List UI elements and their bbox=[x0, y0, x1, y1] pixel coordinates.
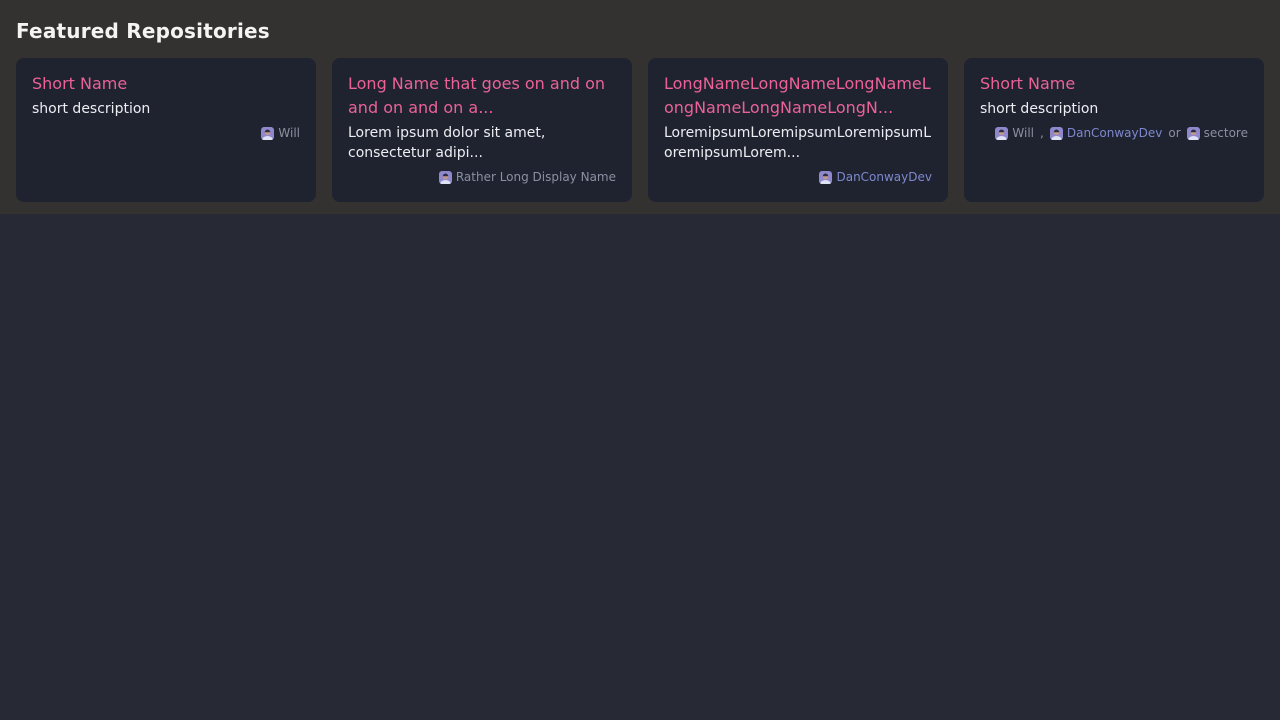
user-avatar-icon bbox=[261, 127, 274, 140]
repo-card[interactable]: Short Name short description Will , bbox=[964, 58, 1264, 202]
author-link[interactable]: sectore bbox=[1187, 126, 1248, 141]
repo-cards-row: Short Name short description Will Long N… bbox=[16, 58, 1264, 202]
user-avatar-icon bbox=[1187, 127, 1200, 140]
author-name: Rather Long Display Name bbox=[456, 170, 616, 185]
featured-repositories-section: Featured Repositories Short Name short d… bbox=[0, 0, 1280, 214]
author-name: DanConwayDev bbox=[836, 170, 932, 185]
page-title: Featured Repositories bbox=[16, 18, 1264, 44]
repo-title[interactable]: LongNameLongNameLongNameLongNameLongName… bbox=[664, 72, 932, 120]
author-separator: or bbox=[1168, 126, 1180, 141]
author-link[interactable]: Rather Long Display Name bbox=[439, 170, 616, 185]
author-link[interactable]: Will bbox=[995, 126, 1034, 141]
author-name: Will bbox=[278, 126, 300, 141]
repo-card[interactable]: Short Name short description Will bbox=[16, 58, 316, 202]
author-link[interactable]: DanConwayDev bbox=[819, 170, 932, 185]
repo-description: LoremipsumLoremipsumLoremipsumLoremipsum… bbox=[664, 123, 932, 163]
authors-row: Will bbox=[32, 126, 300, 141]
user-avatar-icon bbox=[1050, 127, 1063, 140]
user-avatar-icon bbox=[439, 171, 452, 184]
user-avatar-icon bbox=[995, 127, 1008, 140]
authors-row: DanConwayDev bbox=[664, 170, 932, 185]
repo-title[interactable]: Short Name bbox=[32, 72, 300, 96]
authors-row: Rather Long Display Name bbox=[348, 170, 616, 185]
authors-row: Will , DanConwayDev or bbox=[980, 126, 1248, 141]
repo-description: short description bbox=[32, 99, 300, 119]
author-name: sectore bbox=[1204, 126, 1248, 141]
user-avatar-icon bbox=[819, 171, 832, 184]
author-link[interactable]: DanConwayDev bbox=[1050, 126, 1163, 141]
repo-title[interactable]: Short Name bbox=[980, 72, 1248, 96]
repo-card[interactable]: LongNameLongNameLongNameLongNameLongName… bbox=[648, 58, 948, 202]
repo-description: short description bbox=[980, 99, 1248, 119]
author-name: Will bbox=[1012, 126, 1034, 141]
author-separator: , bbox=[1040, 126, 1044, 141]
repo-title[interactable]: Long Name that goes on and on and on and… bbox=[348, 72, 616, 120]
repo-card[interactable]: Long Name that goes on and on and on and… bbox=[332, 58, 632, 202]
author-name: DanConwayDev bbox=[1067, 126, 1163, 141]
author-link[interactable]: Will bbox=[261, 126, 300, 141]
repo-description: Lorem ipsum dolor sit amet, consectetur … bbox=[348, 123, 616, 163]
